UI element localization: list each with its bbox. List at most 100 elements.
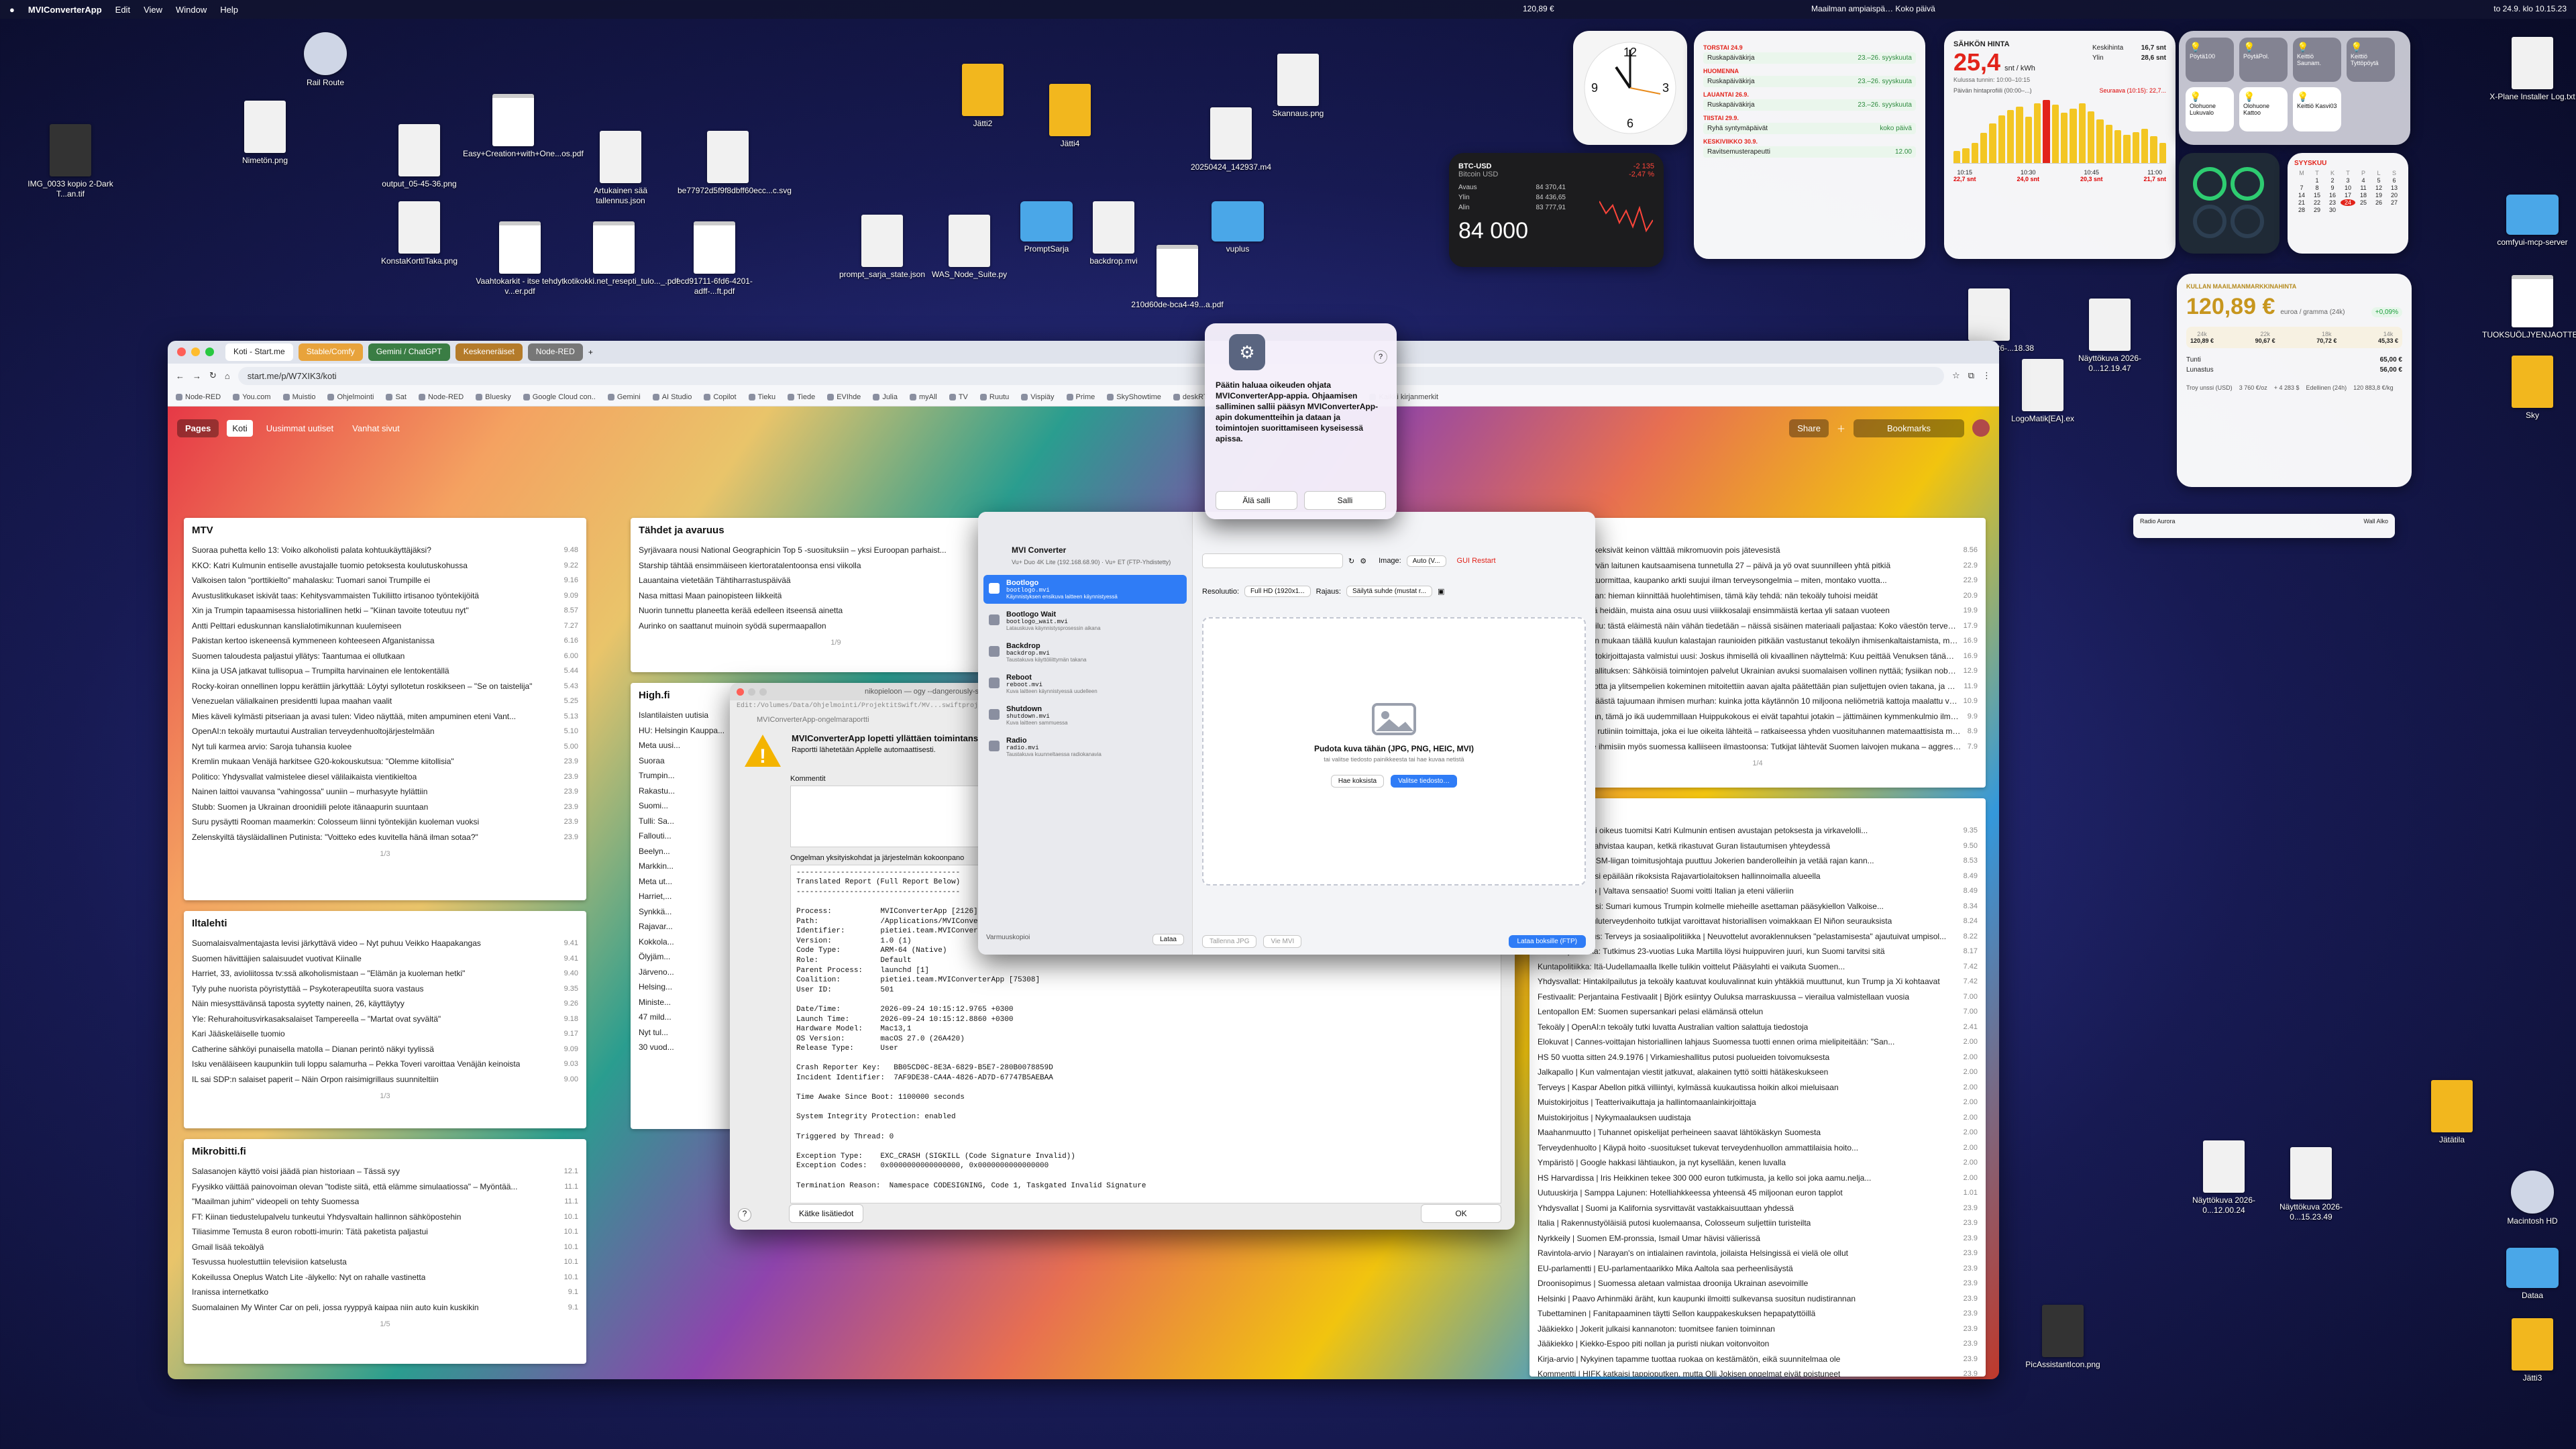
bookmark-item[interactable]: Gemini bbox=[607, 393, 641, 401]
home-icon[interactable]: ⌂ bbox=[225, 371, 230, 381]
calendar-date[interactable]: 25 bbox=[2356, 199, 2371, 206]
news-item[interactable]: Suoraa puhetta kello 13: Voiko alkoholis… bbox=[192, 543, 578, 558]
calendar-date[interactable]: 13 bbox=[2387, 184, 2402, 191]
news-item[interactable]: Helsinki | Paavo Arhinmäki äräht, kun ka… bbox=[1538, 1291, 1978, 1307]
news-item[interactable]: Harriet, 33, avioliitossa tv:ssä alkohol… bbox=[192, 966, 578, 981]
star-icon[interactable]: ☆ bbox=[1952, 370, 1960, 381]
calendar-date[interactable]: 3 bbox=[2341, 177, 2355, 184]
panel-pager[interactable]: 1/5 bbox=[192, 1320, 578, 1328]
resolution-select[interactable]: Full HD (1920x1... bbox=[1244, 586, 1311, 597]
calendar-date[interactable]: 23 bbox=[2325, 199, 2340, 206]
menu-app-name[interactable]: MVIConverterApp bbox=[28, 5, 102, 15]
calendar-date[interactable]: 30 bbox=[2325, 207, 2340, 213]
bookmark-item[interactable]: EVIhde bbox=[827, 393, 861, 401]
news-item[interactable]: Italia | Rakennustyöläisiä putosi kuolem… bbox=[1538, 1216, 1978, 1231]
news-item[interactable]: Suomalainen My Winter Car on peli, jossa… bbox=[192, 1300, 578, 1316]
calendar-date[interactable]: 19 bbox=[2371, 192, 2386, 199]
news-item[interactable]: Suomen hävittäjien salaisuudet vuotivat … bbox=[192, 951, 578, 967]
bookmark-item[interactable]: Ohjelmointi bbox=[327, 393, 374, 401]
news-item[interactable]: Tiede: Joustelee ihmisiin myös suomessa … bbox=[1538, 739, 1978, 755]
desktop-icon[interactable]: ecd91711-6fd6-4201-adff-...ft.pdf bbox=[664, 221, 765, 297]
calendar-date[interactable]: 12 bbox=[2371, 184, 2386, 191]
backup-button[interactable]: Varmuuskopioi bbox=[986, 934, 1030, 945]
calendar-date[interactable]: 7 bbox=[2294, 184, 2309, 191]
bookmark-item[interactable]: Vispiäy bbox=[1021, 393, 1055, 401]
news-item[interactable]: Terveys | Kaspar Abellon pitkä villiinty… bbox=[1538, 1080, 1978, 1095]
menubar-now-playing[interactable]: Maailman ampiaispä… Koko päivä bbox=[1811, 4, 1935, 13]
bookmark-item[interactable]: Copilot bbox=[704, 393, 737, 401]
news-item[interactable]: Suomen taloudesta paljastui yllätys: Taa… bbox=[192, 649, 578, 664]
desktop-icon[interactable]: TUOKSUÖLJYENJAOTTE...TÄIN.pdf bbox=[2482, 275, 2576, 340]
news-item[interactable]: FT: Kiinan tiedustelupalvelu tunkeutui Y… bbox=[192, 1210, 578, 1225]
news-item[interactable]: Nainen laittoi vauvansa "vahingossa" uun… bbox=[192, 784, 578, 800]
news-item[interactable]: Suurin lähteessä heidäin, muista aina os… bbox=[1538, 603, 1978, 619]
desktop-icon[interactable]: 20250424_142937.m4 bbox=[1181, 107, 1281, 172]
news-item[interactable]: Kirja-arvio | Nykyinen tapamme tuottaa r… bbox=[1538, 1352, 1978, 1367]
news-item[interactable]: Tiliasimme Temusta 8 euron robotti-imuri… bbox=[192, 1224, 578, 1240]
calendar-event[interactable]: Ruskapäiväkirja 23.–26. syyskuuta bbox=[1703, 52, 1916, 64]
news-item[interactable]: Festivaalit: Perjantaina Festivaalit | B… bbox=[1538, 989, 1978, 1005]
news-item[interactable]: Kuntapolitiikka: Itä-Uudellamaalla Ikell… bbox=[1538, 959, 1978, 975]
calendar-widget[interactable]: TORSTAI 24.9 Ruskapäiväkirja 23.–26. syysk… bbox=[1694, 31, 1925, 259]
radio-mini-widget[interactable]: Radio Aurora Wall Alko bbox=[2133, 514, 2395, 538]
news-item[interactable]: Rakennetaan: hallituksen: Sähköisiä toim… bbox=[1538, 663, 1978, 679]
bookmark-item[interactable]: Tieku bbox=[748, 393, 775, 401]
desktop-icon[interactable]: Vaahtokarkit - itse tehdyt v...er.pdf bbox=[470, 221, 570, 297]
calendar-date[interactable]: 17 bbox=[2341, 192, 2355, 199]
gui-restart-button[interactable]: GUI Restart bbox=[1457, 557, 1496, 565]
ok-button[interactable]: OK bbox=[1421, 1204, 1501, 1223]
mvi-slot[interactable]: Shutdown shutdown.mvi Kuva laitteen sammue… bbox=[983, 701, 1187, 730]
desktop-icon[interactable]: Artukainen sää tallennus.json bbox=[570, 131, 671, 206]
power-price-widget[interactable]: SÄHKÖN HINTA 25,4 snt / kWh Kulussa tunni… bbox=[1944, 31, 2176, 259]
news-item[interactable]: Maahanmuutto | Tuhannet opiskelijat perh… bbox=[1538, 1125, 1978, 1140]
desktop-icon[interactable]: Näyttökuva 2026-0...12.00.24 bbox=[2174, 1140, 2274, 1216]
apple-icon[interactable]: ● bbox=[9, 5, 15, 15]
mvi-slot[interactable]: Bootlogo bootlogo.mvi Käynnistyksen ensiku… bbox=[983, 575, 1187, 604]
news-item[interactable]: Henkilöstö: Poliisi epäilään rikoksista … bbox=[1538, 869, 1978, 884]
menu-help[interactable]: Help bbox=[220, 5, 238, 15]
close-icon[interactable] bbox=[177, 347, 186, 356]
news-item[interactable]: Lentopallon EM: Suomen supersankari pela… bbox=[1538, 1004, 1978, 1020]
calendar-event[interactable]: Ruskapäiväkirja 23.–26. syyskuuta bbox=[1703, 99, 1916, 111]
news-item[interactable]: Ympäristö | Google hakkasi lähtiaukon, j… bbox=[1538, 1155, 1978, 1171]
calendar-date[interactable]: 26 bbox=[2371, 199, 2386, 206]
news-item[interactable]: Nyt tuli karmea arvio: Saroja tuhansia k… bbox=[192, 739, 578, 755]
news-item[interactable]: Kari Jääskeläiselle tuomio 9.17 bbox=[192, 1026, 578, 1042]
news-item[interactable]: Kuntavaalit: Kouluterveydenhoito tutkija… bbox=[1538, 914, 1978, 929]
homekit-tile[interactable]: 💡 Keittiö Kasvi03 bbox=[2293, 87, 2341, 131]
settings-icon[interactable]: ⚙ bbox=[1360, 557, 1366, 566]
bookmark-item[interactable]: Prime bbox=[1066, 393, 1095, 401]
news-item[interactable]: Lähde kannellaan, tämä jo ikä uudemmilla… bbox=[1538, 709, 1978, 724]
new-tab-icon[interactable]: + bbox=[588, 347, 593, 357]
calendar-date[interactable]: 4 bbox=[2356, 177, 2371, 184]
news-item[interactable]: HS Harvardissa | Iris Heikkinen tekee 30… bbox=[1538, 1171, 1978, 1186]
calendar-date[interactable]: 20 bbox=[2387, 192, 2402, 199]
news-item[interactable]: Elokuvat | Cannes-voittajan historiallin… bbox=[1538, 1034, 1978, 1050]
news-item[interactable]: Rocky-koiran onnellinen loppu kerättiin … bbox=[192, 679, 578, 694]
news-item[interactable]: Lähihistorioitsijan mukaan täällä kuulun… bbox=[1538, 633, 1978, 649]
news-item[interactable]: Yhdysvallat: Hintakilpailutus ja tekoäly… bbox=[1538, 974, 1978, 989]
bookmark-item[interactable]: Julia bbox=[873, 393, 898, 401]
zoom-icon[interactable] bbox=[205, 347, 214, 356]
btc-widget[interactable]: BTC-USD -2 135 Bitcoin USD -2,47 % Avaus 84… bbox=[1449, 153, 1664, 267]
news-item[interactable]: Yhdysvallat | Suomi ja Kalifornia sysrvi… bbox=[1538, 1201, 1978, 1216]
news-item[interactable]: Kotimaa-uutiset SM-liigan toimitusjohtaj… bbox=[1538, 853, 1978, 869]
month-calendar-widget[interactable]: SYYSKUU M T K T P L S 1 2 3 4 5 6 7 8 9 10 11 12 13 14 15 16 17… bbox=[2288, 153, 2408, 254]
desktop-icon[interactable]: 210d60de-bca4-49...a.pdf bbox=[1127, 245, 1228, 310]
news-item[interactable]: Avustuslitkukaset iskivät taas: Kehitysv… bbox=[192, 588, 578, 604]
desktop-icon[interactable]: Easy+Creation+with+One...os.pdf bbox=[463, 94, 584, 159]
desktop-icon[interactable]: KonstaKorttiTaka.png bbox=[369, 201, 470, 266]
news-item[interactable]: Catherine sähköyi punaisella matolla – D… bbox=[192, 1042, 578, 1057]
homekit-tile[interactable]: 💡 Olohuone Kattoo bbox=[2239, 87, 2288, 131]
news-item[interactable]: Lääkärien mukaan: hieman kiinnittää huol… bbox=[1538, 588, 1978, 604]
news-item[interactable]: Mies käveli kylmästi pitseriaan ja avasi… bbox=[192, 709, 578, 724]
calendar-date[interactable]: 14 bbox=[2294, 192, 2309, 199]
menu-edit[interactable]: Edit bbox=[115, 5, 130, 15]
news-item[interactable]: Politico: Yhdysvallat valmistelee diesel… bbox=[192, 769, 578, 785]
desktop-icon[interactable]: LogoMatik[EA].ex bbox=[1992, 359, 2093, 424]
news-item[interactable]: Terveydenhuolto | Valtava sensaatio! Suo… bbox=[1538, 883, 1978, 899]
bookmark-item[interactable]: Ruutu bbox=[979, 393, 1009, 401]
calendar-date[interactable]: 6 bbox=[2387, 177, 2402, 184]
news-item[interactable]: Kokeilussa Oneplus Watch Lite -älykello:… bbox=[192, 1270, 578, 1285]
help-button[interactable]: ? bbox=[738, 1208, 751, 1222]
